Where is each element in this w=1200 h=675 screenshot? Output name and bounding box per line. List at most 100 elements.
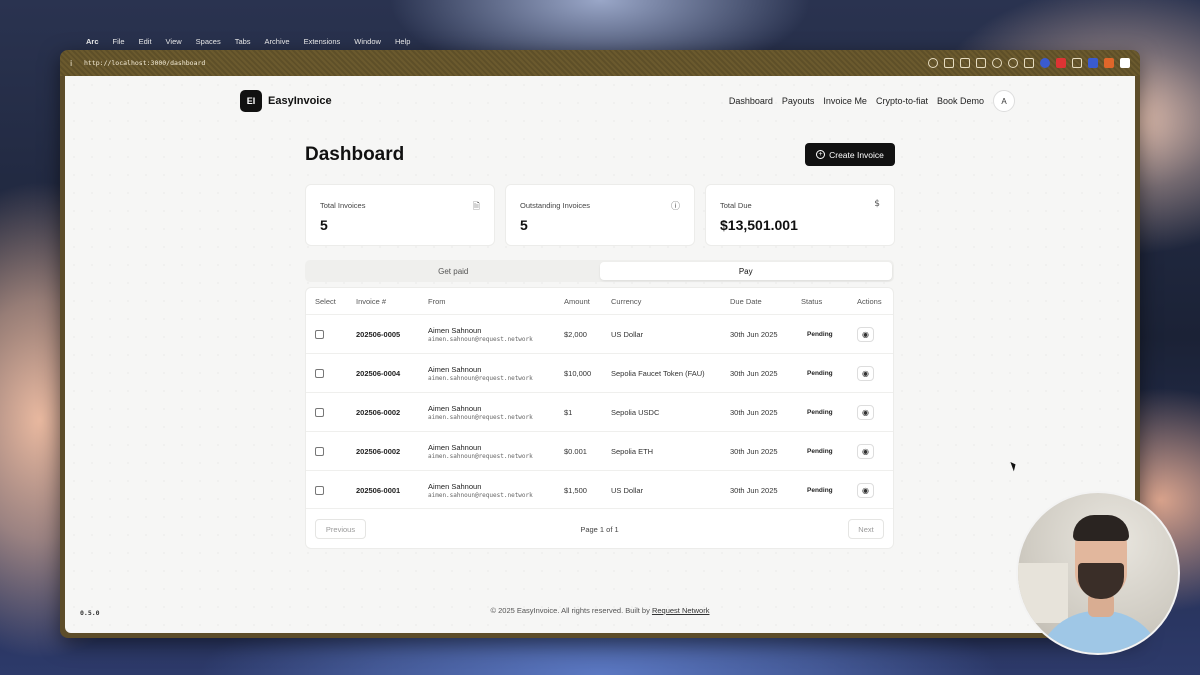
- row-select[interactable]: [315, 393, 324, 432]
- footer-link-request-network[interactable]: Request Network: [652, 606, 710, 615]
- tab-pay[interactable]: Pay: [599, 262, 892, 280]
- amount-cell: $1,500: [564, 486, 587, 495]
- from-email: aimen.sahnoun@request.network: [428, 375, 533, 382]
- avatar[interactable]: A: [993, 90, 1015, 112]
- from-cell: Aimen Sahnoun aimen.sahnoun@request.netw…: [428, 471, 533, 510]
- url-bar[interactable]: i http://localhost:3000/dashboard: [60, 50, 1140, 76]
- target-icon[interactable]: [1008, 58, 1018, 68]
- mail-icon[interactable]: [976, 58, 986, 68]
- from-name: Aimen Sahnoun: [428, 365, 482, 374]
- from-email: aimen.sahnoun@request.network: [428, 492, 533, 499]
- amount-cell: $0.001: [564, 447, 587, 456]
- currency-cell: Sepolia ETH: [611, 447, 654, 456]
- card-label: Outstanding Invoices: [520, 201, 591, 210]
- invoice-tabs: Get paid Pay: [305, 260, 894, 282]
- table-row: 202506-0004 Aimen Sahnoun aimen.sahnoun@…: [306, 353, 893, 392]
- invoice-number: 202506-0002: [356, 408, 401, 417]
- globe-icon[interactable]: [992, 58, 1002, 68]
- amount-cell: $10,000: [564, 369, 592, 378]
- menubar-item-spaces[interactable]: Spaces: [196, 37, 221, 46]
- currency-cell: US Dollar: [611, 330, 644, 339]
- plus-circle-icon: +: [816, 150, 826, 159]
- menubar-item-edit[interactable]: Edit: [139, 37, 152, 46]
- invoice-number: 202506-0004: [356, 369, 401, 378]
- sidebar-toggle-icon[interactable]: [1120, 58, 1130, 68]
- brand[interactable]: EI EasyInvoice: [240, 90, 332, 112]
- menubar-item-window[interactable]: Window: [354, 37, 381, 46]
- eye-icon[interactable]: ◉: [857, 444, 874, 459]
- invoice-number: 202506-0002: [356, 447, 401, 456]
- screenshot-icon[interactable]: [944, 58, 954, 68]
- extension-orange-icon[interactable]: [1104, 58, 1114, 68]
- extension-blue-icon[interactable]: [1040, 58, 1050, 68]
- function-icon[interactable]: [1072, 58, 1082, 68]
- menubar-item-view[interactable]: View: [166, 37, 182, 46]
- invoice-number: 202506-0001: [356, 486, 401, 495]
- table-row: 202506-0002 Aimen Sahnoun aimen.sahnoun@…: [306, 431, 893, 470]
- table-row: 202506-0005 Aimen Sahnoun aimen.sahnoun@…: [306, 314, 893, 353]
- create-invoice-label: Create Invoice: [829, 149, 884, 160]
- row-checkbox[interactable]: [315, 486, 324, 495]
- tab-get-paid[interactable]: Get paid: [307, 262, 600, 280]
- status-badge: Pending: [807, 487, 833, 494]
- column-header: Amount: [564, 297, 590, 306]
- row-select[interactable]: [315, 315, 324, 354]
- nav-link-payouts[interactable]: Payouts: [782, 96, 815, 106]
- camera-icon[interactable]: [960, 58, 970, 68]
- menubar-item-file[interactable]: File: [113, 37, 125, 46]
- nav-link-book-demo[interactable]: Book Demo: [937, 96, 984, 106]
- eye-icon[interactable]: ◉: [857, 483, 874, 498]
- amount-cell: $1: [564, 408, 573, 417]
- due-date-cell: 30th Jun 2025: [730, 330, 778, 339]
- brand-name: EasyInvoice: [268, 95, 332, 107]
- webcam-person-beard: [1078, 563, 1124, 599]
- row-checkbox[interactable]: [315, 408, 324, 417]
- eye-icon[interactable]: ◉: [857, 405, 874, 420]
- web-page: EI EasyInvoice Dashboard Payouts Invoice…: [65, 76, 1135, 633]
- link-icon[interactable]: [928, 58, 938, 68]
- shield-icon[interactable]: [1088, 58, 1098, 68]
- column-header: Currency: [611, 297, 642, 306]
- card-value: 5: [520, 217, 528, 233]
- currency-cell: US Dollar: [611, 486, 644, 495]
- menubar-item-archive[interactable]: Archive: [265, 37, 290, 46]
- nav-link-crypto-to-fiat[interactable]: Crypto-to-fiat: [876, 96, 928, 106]
- column-header: Status: [801, 297, 823, 306]
- card-label: Total Due: [720, 201, 752, 210]
- extension-red-icon[interactable]: [1056, 58, 1066, 68]
- nav-link-invoice-me[interactable]: Invoice Me: [823, 96, 867, 106]
- row-select[interactable]: [315, 354, 324, 393]
- row-select[interactable]: [315, 432, 324, 471]
- row-select[interactable]: [315, 471, 324, 510]
- browser-window: i http://localhost:3000/dashboard EI Eas…: [60, 50, 1140, 638]
- menubar-app-name[interactable]: Arc: [86, 37, 99, 46]
- from-name: Aimen Sahnoun: [428, 443, 482, 452]
- status-badge: Pending: [807, 409, 833, 416]
- site-info-icon[interactable]: i: [70, 59, 84, 68]
- menubar-item-tabs[interactable]: Tabs: [235, 37, 251, 46]
- top-nav: Dashboard Payouts Invoice Me Crypto-to-f…: [729, 90, 1015, 112]
- actions-cell: ◉: [857, 432, 874, 471]
- from-name: Aimen Sahnoun: [428, 404, 482, 413]
- from-name: Aimen Sahnoun: [428, 482, 482, 491]
- create-invoice-button[interactable]: + Create Invoice: [805, 143, 895, 166]
- page-title: Dashboard: [305, 144, 405, 165]
- status-badge: Pending: [807, 448, 833, 455]
- row-checkbox[interactable]: [315, 447, 324, 456]
- column-header: Actions: [857, 297, 882, 306]
- eye-icon[interactable]: ◉: [857, 327, 874, 342]
- card-total-invoices: Total Invoices 🗎 5: [305, 184, 495, 246]
- url-text[interactable]: http://localhost:3000/dashboard: [84, 59, 205, 67]
- menubar-item-help[interactable]: Help: [395, 37, 410, 46]
- status-badge: Pending: [807, 370, 833, 377]
- eye-icon[interactable]: ◉: [857, 366, 874, 381]
- nav-link-dashboard[interactable]: Dashboard: [729, 96, 773, 106]
- actions-cell: ◉: [857, 354, 874, 393]
- from-cell: Aimen Sahnoun aimen.sahnoun@request.netw…: [428, 393, 533, 432]
- code-icon[interactable]: [1024, 58, 1034, 68]
- menubar-item-extensions[interactable]: Extensions: [304, 37, 341, 46]
- next-button[interactable]: Next: [848, 519, 884, 539]
- row-checkbox[interactable]: [315, 369, 324, 378]
- row-checkbox[interactable]: [315, 330, 324, 339]
- mac-menubar: Arc File Edit View Spaces Tabs Archive E…: [64, 34, 1138, 48]
